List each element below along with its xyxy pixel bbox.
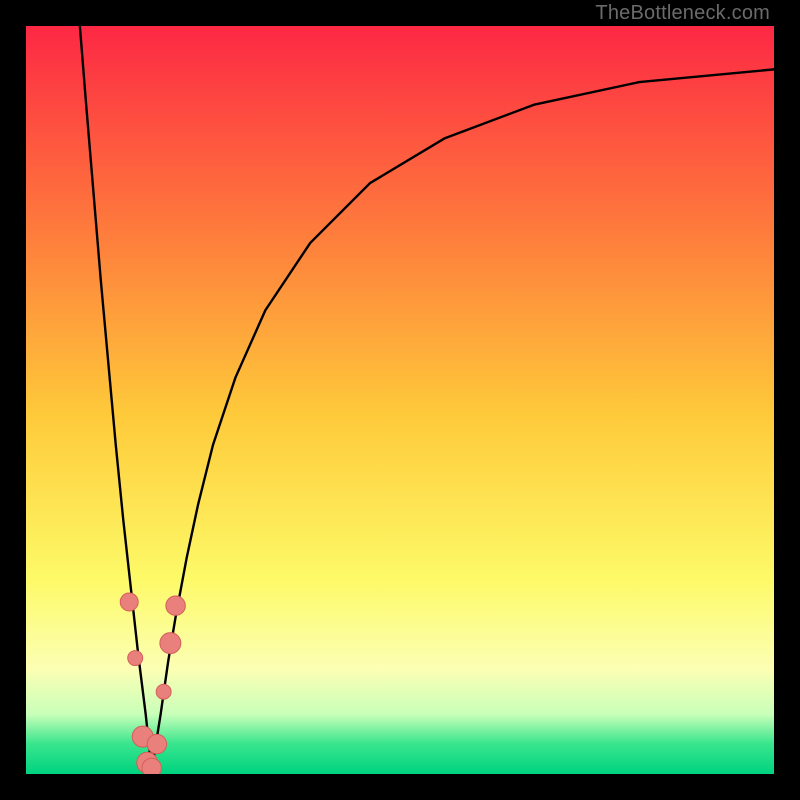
data-marker bbox=[147, 734, 166, 753]
data-marker bbox=[166, 596, 185, 615]
data-marker bbox=[160, 633, 181, 654]
watermark-text: TheBottleneck.com bbox=[595, 2, 770, 25]
chart-frame: TheBottleneck.com bbox=[0, 0, 800, 800]
data-marker bbox=[128, 651, 143, 666]
bottleneck-chart bbox=[26, 26, 774, 774]
plot-area bbox=[26, 26, 774, 774]
data-marker bbox=[120, 593, 138, 611]
data-marker bbox=[142, 758, 161, 774]
data-marker bbox=[156, 684, 171, 699]
